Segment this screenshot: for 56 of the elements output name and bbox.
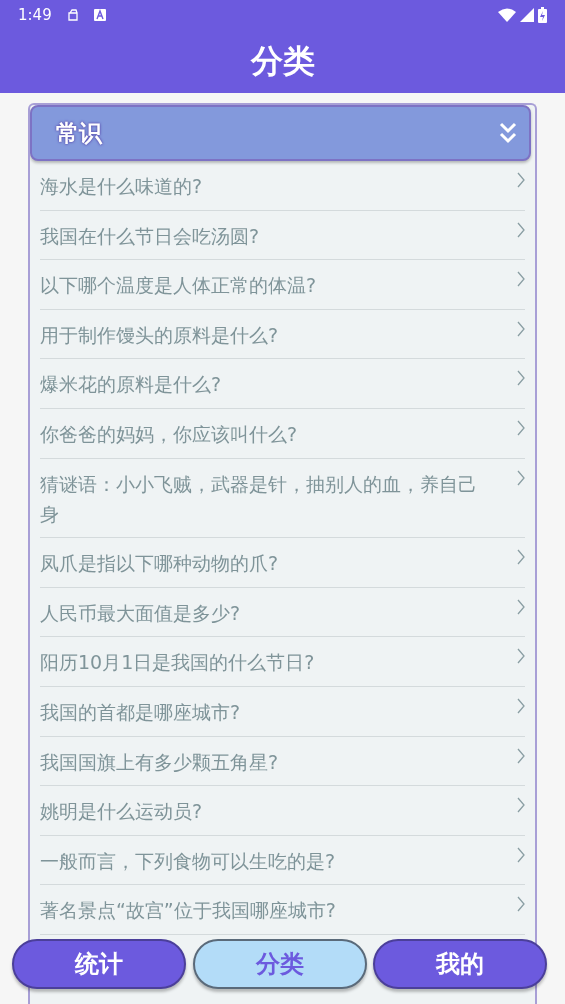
nav-tab[interactable]: 分类 xyxy=(192,939,367,989)
question-text: 著名景点“故宫”位于我国哪座城市? xyxy=(40,898,337,924)
chevron-right-icon xyxy=(517,419,525,436)
chevron-right-icon xyxy=(517,172,525,188)
battery-icon xyxy=(538,7,547,23)
category-header[interactable]: 常识 xyxy=(30,105,531,161)
question-item[interactable]: 你爸爸的妈妈，你应该叫什么? xyxy=(40,408,525,459)
chevron-right-icon xyxy=(517,469,525,486)
chevron-right-icon xyxy=(517,846,525,863)
question-text: 我国的首都是哪座城市? xyxy=(40,699,242,725)
question-text: 爆米花的原料是什么? xyxy=(40,372,223,398)
question-text: 姚明是什么运动员? xyxy=(40,799,204,825)
chevron-right-icon xyxy=(517,896,525,913)
question-item[interactable]: 我国的首都是哪座城市? xyxy=(40,686,525,737)
question-text: 以下哪个温度是人体正常的体温? xyxy=(40,273,318,299)
question-item[interactable]: 用于制作馒头的原料是什么? xyxy=(40,309,525,360)
signal-icon xyxy=(520,8,534,22)
question-item[interactable]: 著名景点“故宫”位于我国哪座城市? xyxy=(40,885,525,935)
question-item[interactable]: 凤爪是指以下哪种动物的爪? xyxy=(40,538,525,588)
question-item[interactable]: 人民币最大面值是多少? xyxy=(40,587,525,638)
question-text: 我国国旗上有多少颗五角星? xyxy=(40,749,280,775)
question-item[interactable]: 我国在什么节日会吃汤圆? xyxy=(40,210,525,261)
question-item[interactable]: 猜谜语：小小飞贼，武器是针，抽别人的血，养自己身 xyxy=(40,458,525,539)
question-item[interactable]: 阳历10月1日是我国的什么节日? xyxy=(40,637,525,687)
chevron-right-icon xyxy=(517,598,525,615)
status-time: 1:49 xyxy=(18,6,52,24)
chevron-right-icon xyxy=(517,648,525,665)
chevron-right-icon xyxy=(517,797,525,814)
chevron-right-icon xyxy=(517,370,525,387)
chevron-right-icon xyxy=(517,549,525,566)
category-title: 常识 xyxy=(56,118,104,148)
question-text: 阳历10月1日是我国的什么节日? xyxy=(40,650,316,676)
question-item[interactable]: 一般而言，下列食物可以生吃的是? xyxy=(40,835,525,886)
nav-tab[interactable]: 统计 xyxy=(12,939,186,989)
chevron-right-icon xyxy=(517,221,525,238)
question-text: 海水是什么味道的? xyxy=(40,174,204,199)
chevron-right-icon xyxy=(517,320,525,337)
question-text: 猜谜语：小小飞贼，武器是针，抽别人的血，养自己身 xyxy=(40,471,478,527)
question-item[interactable]: 以下哪个温度是人体正常的体温? xyxy=(40,260,525,310)
page-title: 分类 xyxy=(250,40,315,82)
nav-tab[interactable]: 我的 xyxy=(373,939,547,989)
chevron-right-icon xyxy=(517,747,525,764)
wifi-icon xyxy=(498,8,516,22)
question-text: 你爸爸的妈妈，你应该叫什么? xyxy=(40,421,299,447)
question-text: 我国在什么节日会吃汤圆? xyxy=(40,223,261,249)
keyboard-icon xyxy=(93,9,106,21)
question-text: 人民币最大面值是多少? xyxy=(40,600,242,626)
question-text: 用于制作馒头的原料是什么? xyxy=(40,322,280,348)
question-item[interactable]: 姚明是什么运动员? xyxy=(40,786,525,836)
question-text: 一般而言，下列食物可以生吃的是? xyxy=(40,848,337,874)
question-item[interactable]: 爆米花的原料是什么? xyxy=(40,359,525,409)
question-item[interactable]: 我国国旗上有多少颗五角星? xyxy=(40,736,525,787)
question-item[interactable]: 海水是什么味道的? xyxy=(40,161,525,211)
chevron-right-icon xyxy=(517,697,525,714)
chevron-right-icon xyxy=(517,271,525,288)
question-text: 凤爪是指以下哪种动物的爪? xyxy=(40,551,280,577)
